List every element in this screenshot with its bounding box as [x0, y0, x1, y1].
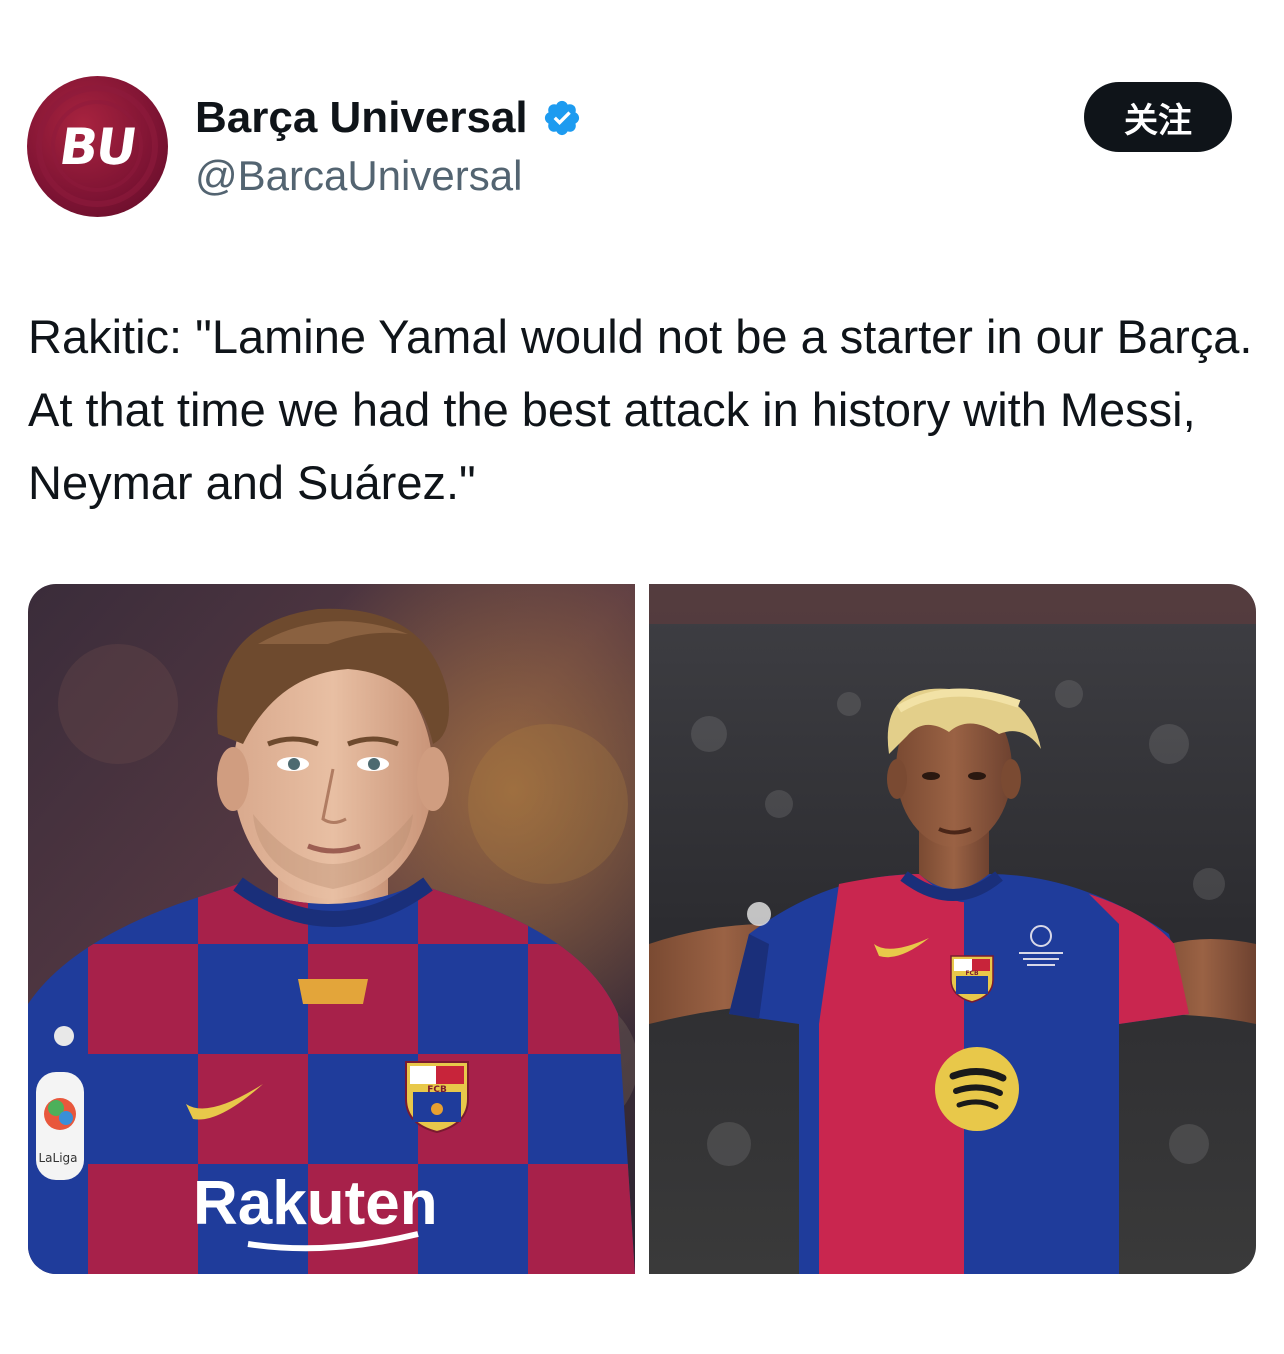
media-grid: FCB Rakuten LaLiga FCB: [28, 584, 1256, 1274]
follow-button[interactable]: 关注: [1084, 82, 1232, 152]
photo-left[interactable]: FCB Rakuten LaLiga: [28, 584, 635, 1274]
photo-right[interactable]: FCB: [649, 584, 1256, 1274]
tweet-text: Rakitic: "Lamine Yamal would not be a st…: [28, 310, 1253, 509]
laliga-badge-text: LaLiga: [38, 1151, 77, 1165]
crest-right-text: FCB: [965, 970, 979, 977]
avatar-logo-text: BU: [56, 117, 139, 176]
author-display-name[interactable]: Barça Universal: [195, 93, 528, 143]
author-handle[interactable]: @BarcaUniversal: [195, 152, 522, 200]
author-avatar[interactable]: BU: [27, 76, 168, 217]
sponsor-text: Rakuten: [193, 1169, 438, 1238]
crest-left-text: FCB: [427, 1085, 447, 1095]
author-name-row: Barça Universal: [195, 92, 582, 144]
verified-badge-icon: [544, 100, 579, 136]
